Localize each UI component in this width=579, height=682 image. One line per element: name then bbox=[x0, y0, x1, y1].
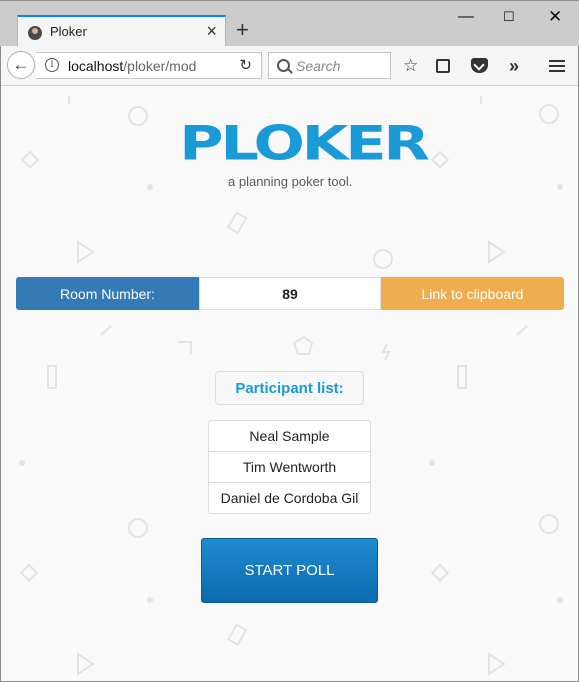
hamburger-menu-icon[interactable] bbox=[549, 60, 565, 72]
participant-item: Tim Wentworth bbox=[208, 451, 371, 483]
window-titlebar: Ploker × + — ☐ ✕ bbox=[0, 0, 579, 47]
window-border-left bbox=[0, 46, 1, 682]
search-placeholder: Search bbox=[296, 58, 341, 74]
participant-item: Neal Sample bbox=[208, 420, 371, 452]
url-host: localhost bbox=[68, 58, 124, 74]
new-tab-button[interactable]: + bbox=[236, 18, 249, 42]
search-icon bbox=[277, 59, 290, 72]
window-close-button[interactable]: ✕ bbox=[548, 7, 562, 27]
tab-title: Ploker bbox=[50, 24, 87, 39]
room-number-value: 89 bbox=[199, 277, 381, 310]
reload-icon[interactable]: ↻ bbox=[239, 56, 252, 74]
url-text[interactable]: localhost/ploker/mod bbox=[68, 58, 196, 74]
start-poll-button[interactable]: START POLL bbox=[201, 538, 378, 603]
page-content: PLOKER a planning poker tool. Room Numbe… bbox=[1, 86, 578, 681]
star-icon[interactable]: ☆ bbox=[403, 56, 418, 76]
browser-toolbar: ← i localhost/ploker/mod ↻ Search ☆ » bbox=[0, 46, 579, 86]
logo-text: PLOKER bbox=[179, 116, 430, 172]
back-button[interactable]: ← bbox=[7, 51, 35, 79]
pocket-icon[interactable] bbox=[471, 58, 488, 73]
arrow-left-icon: ← bbox=[12, 55, 30, 74]
favicon-icon bbox=[28, 26, 42, 40]
participant-item: Daniel de Cordoba Gil bbox=[208, 482, 371, 514]
search-bar[interactable]: Search bbox=[268, 52, 391, 79]
link-to-clipboard-button[interactable]: Link to clipboard bbox=[381, 277, 564, 310]
info-icon[interactable]: i bbox=[45, 58, 59, 72]
ploker-logo: PLOKER a planning poker tool. bbox=[168, 116, 430, 192]
close-tab-icon[interactable]: × bbox=[206, 21, 217, 41]
chevron-double-right-icon[interactable]: » bbox=[509, 56, 519, 76]
url-bar[interactable]: i localhost/ploker/mod ↻ bbox=[36, 52, 262, 79]
room-bar: Room Number: 89 Link to clipboard bbox=[16, 277, 564, 310]
room-number-label: Room Number: bbox=[16, 277, 199, 310]
minimize-button[interactable]: — bbox=[458, 7, 474, 27]
participant-list-header: Participant list: bbox=[215, 371, 364, 405]
maximize-button[interactable]: ☐ bbox=[503, 7, 515, 27]
url-path: /ploker/mod bbox=[123, 58, 197, 74]
library-icon[interactable] bbox=[436, 59, 450, 73]
logo-tagline: a planning poker tool. bbox=[228, 174, 353, 189]
browser-tab[interactable]: Ploker × bbox=[17, 15, 226, 47]
participant-list: Neal Sample Tim Wentworth Daniel de Cord… bbox=[208, 420, 371, 514]
